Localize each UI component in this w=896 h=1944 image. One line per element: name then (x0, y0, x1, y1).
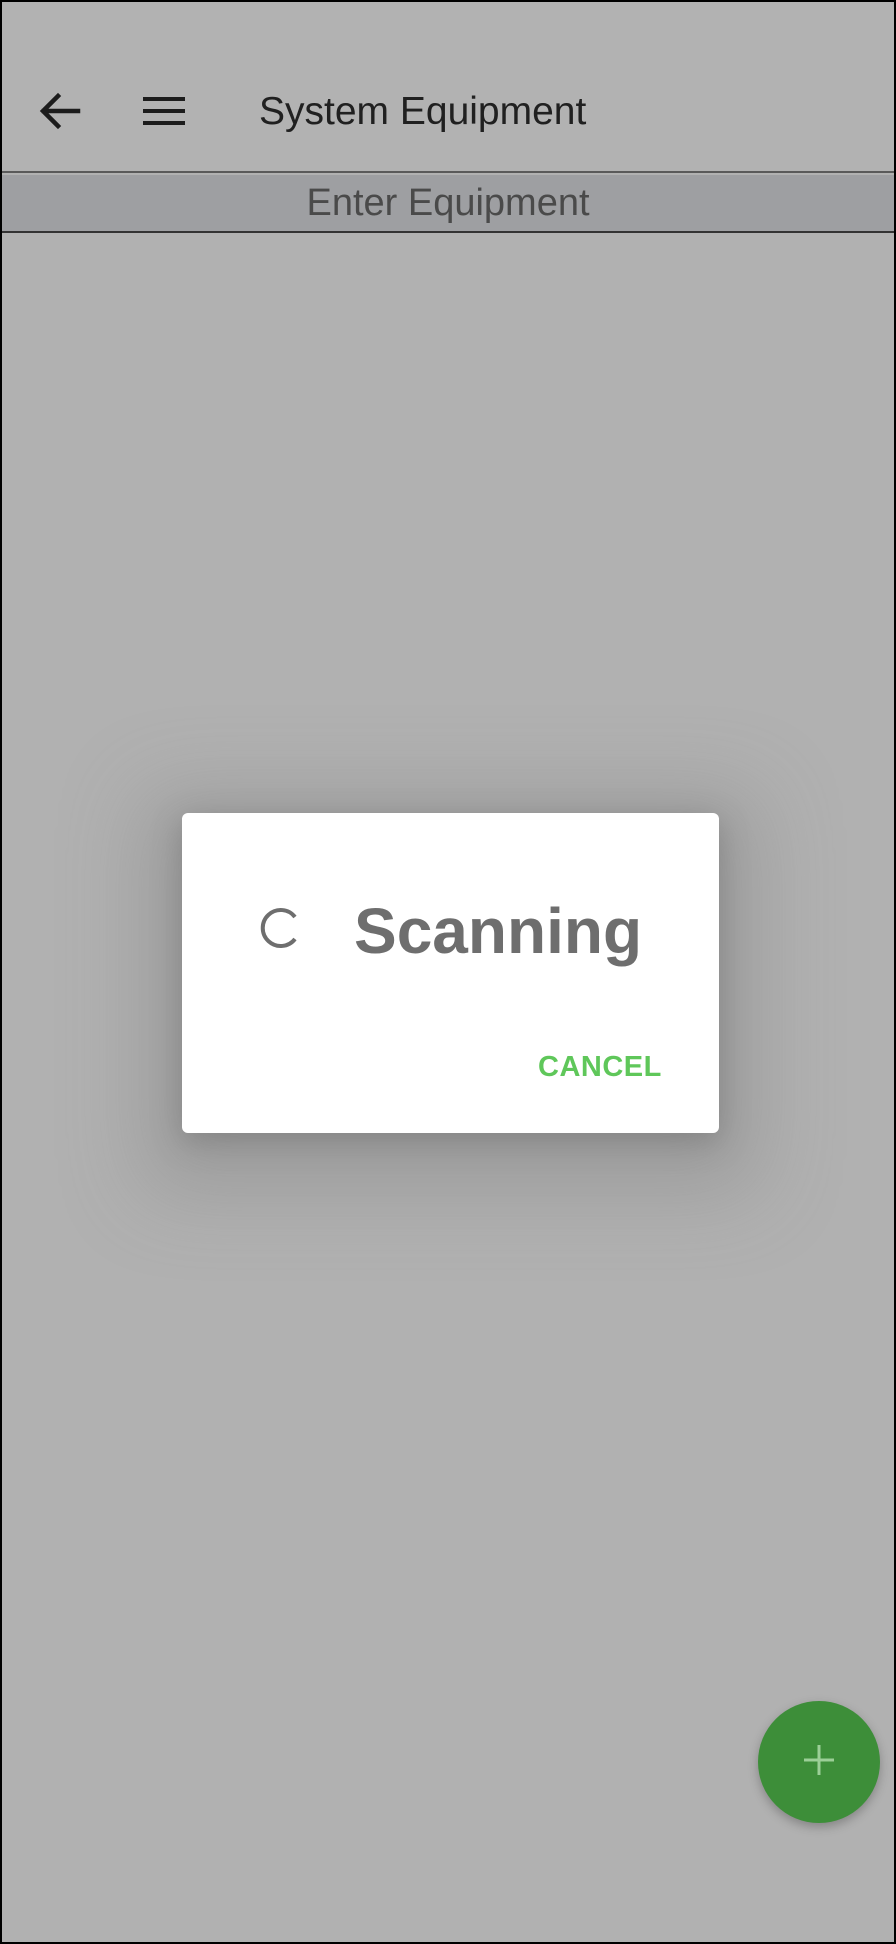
loading-spinner-icon (258, 905, 304, 951)
scanning-dialog: Scanning CANCEL (182, 813, 719, 1133)
menu-button[interactable] (124, 73, 204, 153)
back-button[interactable] (20, 73, 100, 153)
cancel-button[interactable]: CANCEL (538, 1051, 662, 1084)
page-title: System Equipment (259, 90, 587, 133)
enter-equipment-header[interactable]: Enter Equipment (0, 175, 896, 233)
scanning-message: Scanning (354, 895, 643, 967)
enter-equipment-label: Enter Equipment (306, 181, 590, 224)
arrow-left-icon (38, 91, 82, 136)
plus-icon (802, 1743, 836, 1782)
app-bar: System Equipment (0, 0, 896, 173)
hamburger-menu-icon (143, 95, 185, 132)
add-equipment-button[interactable] (758, 1701, 880, 1823)
